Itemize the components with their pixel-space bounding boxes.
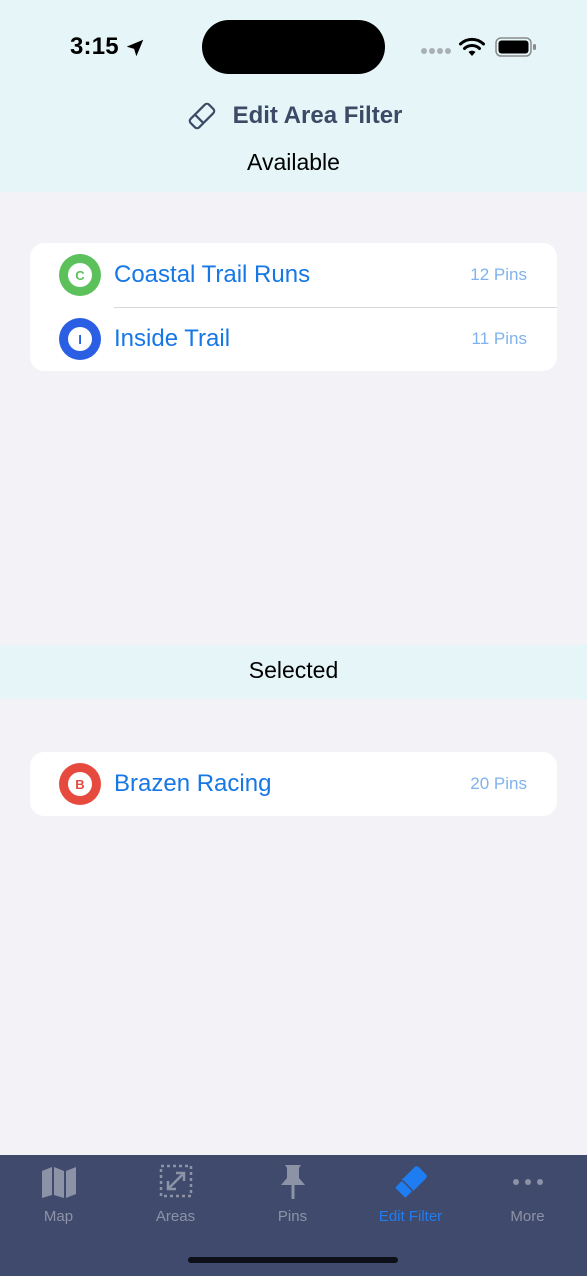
- area-badge-letter: C: [68, 263, 92, 287]
- pin-count: 11 Pins: [471, 329, 527, 348]
- eraser-icon: [188, 102, 215, 130]
- wifi-icon: [459, 37, 485, 56]
- area-badge: B: [59, 763, 101, 805]
- eraser-icon: [393, 1166, 427, 1199]
- tab-pins[interactable]: Pins: [234, 1155, 351, 1235]
- header: 3:15 Edit Area Filter Available: [0, 0, 587, 192]
- tab-label: Areas: [155, 1208, 196, 1225]
- list-item-inside-trail[interactable]: I Inside Trail 11 Pins: [30, 307, 557, 371]
- page-title: Edit Area Filter: [232, 102, 403, 129]
- list-item-brazen-racing[interactable]: B Brazen Racing 20 Pins: [30, 752, 557, 816]
- tab-more[interactable]: More: [469, 1155, 586, 1235]
- signal-dots-icon: [421, 48, 451, 54]
- area-badge: C: [59, 254, 101, 296]
- area-badge-letter: B: [68, 772, 92, 796]
- area-badge: I: [59, 318, 101, 360]
- title-row: Edit Area Filter: [0, 96, 587, 136]
- tab-label: Pins: [277, 1208, 308, 1225]
- tab-areas[interactable]: Areas: [117, 1155, 234, 1235]
- home-indicator: [188, 1257, 398, 1263]
- list-item-coastal-trail-runs[interactable]: C Coastal Trail Runs 12 Pins: [30, 243, 557, 307]
- location-arrow-icon: [126, 39, 144, 57]
- tab-label: Edit Filter: [378, 1208, 443, 1225]
- available-section-label: Available: [247, 149, 340, 175]
- selected-section-label: Selected: [248, 657, 339, 683]
- pin-count: 20 Pins: [470, 774, 527, 793]
- status-time: 3:15: [70, 33, 119, 60]
- pin-count: 12 Pins: [470, 265, 527, 284]
- battery-icon: [495, 37, 536, 57]
- area-name: Inside Trail: [114, 325, 231, 352]
- map-icon: [41, 1167, 76, 1198]
- available-list: C Coastal Trail Runs 12 Pins I Inside Tr…: [30, 243, 557, 371]
- tab-map[interactable]: Map: [0, 1155, 117, 1235]
- status-bar: 3:15: [0, 0, 587, 95]
- tab-label: More: [510, 1208, 545, 1225]
- pushpin-icon: [280, 1165, 305, 1199]
- area-name: Brazen Racing: [114, 770, 272, 797]
- tab-edit-filter[interactable]: Edit Filter: [352, 1155, 469, 1235]
- ellipsis-icon: [512, 1179, 543, 1185]
- dynamic-island: [202, 20, 385, 74]
- selected-list: B Brazen Racing 20 Pins: [30, 752, 557, 816]
- area-badge-letter: I: [68, 327, 92, 351]
- tab-label: Map: [43, 1208, 74, 1225]
- area-name: Coastal Trail Runs: [114, 261, 311, 288]
- areas-resize-icon: [159, 1164, 192, 1198]
